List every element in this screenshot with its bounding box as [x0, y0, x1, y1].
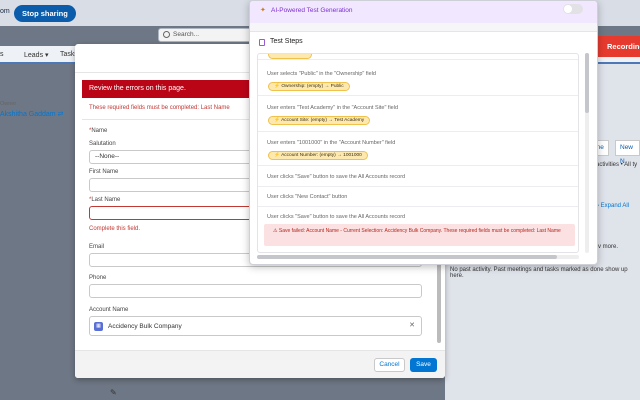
step-text: User enters "1001000" in the "Account Nu…	[267, 140, 396, 146]
owner-name: Akshitha Gaddam	[0, 111, 56, 118]
list-item: User enters "Test Academy" in the "Accou…	[258, 96, 578, 132]
step-text: User enters "Test Academy" in the "Accou…	[267, 105, 399, 111]
list-item: User clicks "Save" button to save the Al…	[258, 166, 578, 187]
step-badge	[268, 54, 312, 59]
search-placeholder: Search...	[173, 31, 200, 38]
expand-all-link[interactable]: › Expand All	[597, 203, 629, 209]
nav-leads-label: Leads	[24, 52, 44, 59]
step-badge: ⚡ Ownership: (empty) → Public	[268, 82, 350, 91]
clear-selection-icon[interactable]: ✕	[409, 321, 415, 329]
expand-all-label: Expand All	[600, 203, 630, 209]
owner-name-link[interactable]: Akshitha Gaddam ⇄	[0, 110, 63, 118]
last-name-label: *Last Name	[89, 197, 120, 203]
ai-toggle[interactable]	[563, 4, 583, 14]
toggle-knob	[564, 5, 572, 13]
past-activity-text: No past activity. Past meetings and task…	[450, 267, 628, 279]
save-button[interactable]: Save	[410, 358, 437, 372]
step-badge-text: Account Number: (empty) → 1001000	[281, 153, 362, 158]
phone-label: Phone	[89, 275, 107, 281]
list-item: User enters "1001000" in the "Account Nu…	[258, 132, 578, 166]
step-text: User selects "Public" in the "Ownership"…	[267, 71, 376, 77]
list-item: User clicks "New Contact" button	[258, 187, 578, 207]
step-text: User clicks "New Contact" button	[267, 194, 348, 200]
recording-badge[interactable]: Recording	[597, 36, 640, 57]
account-lookup-field[interactable]: ▦ Accidency Bulk Company ✕	[89, 316, 422, 336]
name-label: *Name	[89, 128, 107, 134]
search-icon	[163, 31, 170, 38]
step-text: User clicks "Save" button to save the Al…	[267, 214, 406, 220]
ext-divider	[250, 23, 597, 32]
name-label-text: Name	[91, 128, 108, 134]
new-button-partial[interactable]: New N	[615, 140, 640, 165]
last-name-label-text: Last Name	[91, 197, 121, 203]
lightning-icon: ⚡	[274, 153, 280, 158]
hscroll-thumb[interactable]	[257, 255, 557, 259]
first-name-label: First Name	[89, 169, 119, 175]
test-steps-list[interactable]: User selects "Public" in the "Ownership"…	[257, 53, 579, 253]
salutation-label: Salutation	[89, 141, 116, 147]
more-text: v more.	[598, 244, 619, 250]
fail-message: ⚠ Save failed: Account Name - Current Se…	[273, 228, 569, 235]
meet-label: om	[0, 8, 10, 15]
modal-footer: Cancel Save	[75, 350, 445, 378]
lightning-icon: ⚡	[274, 118, 280, 123]
cancel-button[interactable]: Cancel	[374, 358, 405, 372]
step-badge: ⚡ Account Number: (empty) → 1001000	[268, 151, 368, 160]
step-text: User clicks "Save" button to save the Al…	[267, 174, 406, 180]
steps-scrollbar[interactable]	[585, 53, 589, 253]
account-name-label: Account Name	[89, 307, 129, 313]
sparkle-icon: ✦	[260, 7, 266, 14]
document-icon	[259, 39, 265, 46]
scroll-thumb[interactable]	[585, 53, 589, 113]
step-badge-text: Ownership: (empty) → Public	[281, 84, 344, 89]
account-value: Accidency Bulk Company	[108, 323, 182, 330]
nav-item-leads[interactable]: Leads ▾	[24, 51, 49, 59]
nav-item-partial[interactable]: s	[0, 51, 4, 58]
steps-hscrollbar[interactable]	[257, 255, 579, 259]
ai-test-extension-panel: ✦ AI-Powered Test Generation Test Steps …	[249, 0, 598, 265]
edit-pencil-icon[interactable]: ✎	[110, 388, 117, 397]
user-change-icon[interactable]: ⇄	[58, 111, 64, 118]
account-icon: ▦	[94, 322, 103, 331]
activity-filter-text: activities • All ty	[596, 162, 638, 168]
ai-header: ✦ AI-Powered Test Generation	[250, 1, 597, 23]
phone-field[interactable]	[89, 284, 422, 298]
warning-icon: ⚠	[273, 228, 278, 234]
test-steps-title: Test Steps	[270, 38, 303, 45]
step-badge-text: Account Site: (empty) → Test Academy	[281, 118, 365, 123]
salutation-value: --None--	[95, 153, 120, 160]
owner-label: Owner	[0, 101, 17, 107]
save-failed-alert: ⚠ Save failed: Account Name - Current Se…	[264, 224, 575, 246]
last-name-error: Complete this field.	[89, 226, 141, 232]
fail-message-text: Save failed: Account Name - Current Sele…	[278, 228, 561, 234]
stop-sharing-button[interactable]: Stop sharing	[14, 5, 76, 22]
list-item: User selects "Public" in the "Ownership"…	[258, 60, 578, 96]
ai-title: AI-Powered Test Generation	[271, 7, 353, 14]
email-label: Email	[89, 244, 105, 250]
step-badge: ⚡ Account Site: (empty) → Test Academy	[268, 116, 371, 125]
required-fields-error: These required fields must be completed:…	[89, 105, 230, 111]
global-search-input[interactable]: Search...	[158, 28, 253, 42]
lightning-icon: ⚡	[274, 84, 280, 89]
